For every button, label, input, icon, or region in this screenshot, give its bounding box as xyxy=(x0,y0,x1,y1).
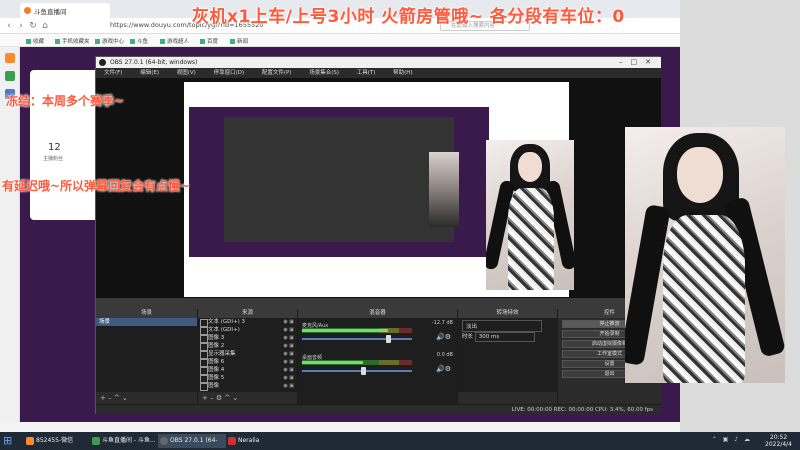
menu-item[interactable]: 视图(V) xyxy=(177,70,196,76)
duration-label: 时长 xyxy=(462,334,474,340)
preview-toolbar xyxy=(96,298,661,309)
nested-photo xyxy=(429,152,459,227)
photo-large xyxy=(625,127,785,383)
transitions-header: 转场特效 xyxy=(458,309,557,318)
obs-titlebar: OBS 27.0.1 (64-bit, windows) –□✕ xyxy=(96,57,661,68)
window-controls[interactable]: –□✕ xyxy=(619,57,659,68)
taskbar-item[interactable]: 852455-微信 xyxy=(24,434,84,448)
taskbar: ⊞ 852455-微信 斗鱼直播间 - 斗鱼... OBS 27.0.1 (64… xyxy=(0,432,800,450)
scenes-dock: 场景 场景 + – ^ ⌄ xyxy=(96,309,198,404)
sidebar-app-icon[interactable] xyxy=(5,53,15,63)
menu-item[interactable]: 文件(F) xyxy=(104,70,122,76)
menu-item[interactable]: 工具(T) xyxy=(357,70,376,76)
source-item[interactable]: 图像 3 xyxy=(198,334,297,343)
fader-knob[interactable] xyxy=(386,335,391,343)
transitions-body: 淡出 时长 300 ms xyxy=(458,318,557,392)
mixer-header: 混音器 xyxy=(298,309,457,318)
mixer-channel: 桌面音频 0.0 dB 🔊⚙ xyxy=(298,350,457,382)
overlay-caption-top: 冻结：本周多个赛季~ xyxy=(6,94,125,108)
refresh-icon[interactable]: ↻ xyxy=(28,21,38,31)
bookmark-item[interactable]: 百度 xyxy=(200,37,218,45)
browser-tab[interactable]: 斗鱼直播间 xyxy=(20,3,110,18)
transitions-dock: 转场特效 淡出 时长 300 ms xyxy=(458,309,558,404)
scenes-toolbar[interactable]: + – ^ ⌄ xyxy=(96,392,197,404)
back-icon[interactable]: ‹ xyxy=(4,21,14,31)
bookmarks-bar: 收藏 手机收藏夹 游戏中心 斗鱼 游戏超人 百度 新闻 xyxy=(0,34,680,47)
source-item[interactable]: 图像 4 xyxy=(198,366,297,375)
fader-knob[interactable] xyxy=(361,367,366,375)
forward-icon[interactable]: › xyxy=(16,21,26,31)
home-icon[interactable]: ⌂ xyxy=(40,21,50,31)
douyu-favicon-icon xyxy=(24,7,31,14)
obs-window: OBS 27.0.1 (64-bit, windows) –□✕ 文件(F) 编… xyxy=(95,56,661,414)
dress-shape xyxy=(663,215,745,383)
sources-header: 来源 xyxy=(198,309,297,318)
taskbar-item[interactable]: OBS 27.0.1 (64-bi... xyxy=(158,434,226,448)
photo-small xyxy=(486,140,574,290)
volume-fader[interactable] xyxy=(302,370,412,372)
bookmark-item[interactable]: 收藏 xyxy=(26,37,44,45)
menu-item[interactable]: 停靠窗口(D) xyxy=(214,70,245,76)
source-item[interactable]: 图像 2 xyxy=(198,342,297,351)
menu-item[interactable]: 编辑(E) xyxy=(140,70,159,76)
bookmark-item[interactable]: 游戏超人 xyxy=(160,37,189,45)
obs-docks: 场景 场景 + – ^ ⌄ 来源 文本 (GDI+) 3 文本 (GDI+) 图… xyxy=(96,309,661,404)
source-item[interactable]: 图像 6 xyxy=(198,358,297,367)
page-count-caption: 主播粉丝 xyxy=(43,156,64,162)
bookmark-item[interactable]: 斗鱼 xyxy=(130,37,148,45)
menu-item[interactable]: 帮助(H) xyxy=(393,70,412,76)
menu-item[interactable]: 场景集合(S) xyxy=(309,70,339,76)
sources-list: 文本 (GDI+) 3 文本 (GDI+) 图像 3 图像 2 显示器采集 图像… xyxy=(198,318,297,392)
volume-level xyxy=(302,361,363,364)
clock-date: 2022/4/4 xyxy=(765,441,792,448)
transition-select[interactable]: 淡出 xyxy=(462,320,542,332)
clock-time: 20:52 xyxy=(769,434,788,441)
taskbar-item[interactable]: Neralia xyxy=(226,434,276,448)
sources-toolbar[interactable]: + – ⚙ ^ ⌄ xyxy=(198,392,297,404)
mixer-dock: 混音器 麦克风/Aux -12.7 dB 🔊⚙ 桌面音频 0.0 dB 🔊⚙ xyxy=(298,309,458,404)
overlay-caption-bottom: 有延迟哦~所以弹幕回复会有点慢~ xyxy=(2,179,191,193)
nested-obs xyxy=(224,117,454,242)
speaker-icon[interactable]: 🔊⚙ xyxy=(436,333,451,341)
bookmark-item[interactable]: 新闻 xyxy=(230,37,248,45)
duration-row: 时长 300 ms xyxy=(458,330,557,342)
source-item[interactable]: 显示器采集 xyxy=(198,350,297,359)
face-shape xyxy=(518,152,542,182)
obs-statusbar: LIVE: 00:00:00 REC: 00:00:00 CPU: 3.4%, … xyxy=(96,404,661,414)
system-tray-icons[interactable]: ⌃ ▣ ♪ ☁ xyxy=(712,436,752,443)
dress-shape xyxy=(508,188,554,290)
overlay-title: 灰机x1上车/上号3小时 火箭房管哦~ 各分段有车位：0 xyxy=(192,7,625,27)
channel-db: 0.0 dB xyxy=(436,352,453,358)
scenes-list: 场景 xyxy=(96,318,197,392)
transition-row: 淡出 xyxy=(458,318,557,332)
sources-dock: 来源 文本 (GDI+) 3 文本 (GDI+) 图像 3 图像 2 显示器采集… xyxy=(198,309,298,404)
volume-fader[interactable] xyxy=(302,338,412,340)
source-item[interactable]: 文本 (GDI+) xyxy=(198,326,297,335)
obs-menubar: 文件(F) 编辑(E) 视图(V) 停靠窗口(D) 配置文件(P) 场景集合(S… xyxy=(96,68,661,78)
page-count: 12 xyxy=(48,142,61,153)
source-item[interactable]: 图像 5 xyxy=(198,374,297,383)
bookmark-item[interactable]: 手机收藏夹 xyxy=(55,37,90,45)
tab-title: 斗鱼直播间 xyxy=(34,7,67,16)
menu-item[interactable]: 配置文件(P) xyxy=(262,70,292,76)
scenes-header: 场景 xyxy=(96,309,197,318)
channel-db: -12.7 dB xyxy=(431,320,453,326)
sidebar-app-icon[interactable] xyxy=(5,71,15,81)
scene-item[interactable]: 场景 xyxy=(96,318,197,326)
duration-input[interactable]: 300 ms xyxy=(474,332,535,342)
windows-start-icon[interactable]: ⊞ xyxy=(3,435,15,447)
mixer-channel: 麦克风/Aux -12.7 dB 🔊⚙ xyxy=(298,318,457,350)
taskbar-item[interactable]: 斗鱼直播间 - 斗鱼... xyxy=(90,434,158,448)
speaker-icon[interactable]: 🔊⚙ xyxy=(436,365,451,373)
obs-title: OBS 27.0.1 (64-bit, windows) xyxy=(110,59,198,66)
face-shape xyxy=(677,147,723,203)
source-item[interactable]: 图像 xyxy=(198,382,297,391)
mixer-body: 麦克风/Aux -12.7 dB 🔊⚙ 桌面音频 0.0 dB 🔊⚙ xyxy=(298,318,457,404)
source-item[interactable]: 文本 (GDI+) 3 xyxy=(198,318,297,327)
volume-level xyxy=(302,329,388,332)
clock[interactable]: 20:52 2022/4/4 xyxy=(765,434,792,448)
bookmark-item[interactable]: 游戏中心 xyxy=(95,37,124,45)
